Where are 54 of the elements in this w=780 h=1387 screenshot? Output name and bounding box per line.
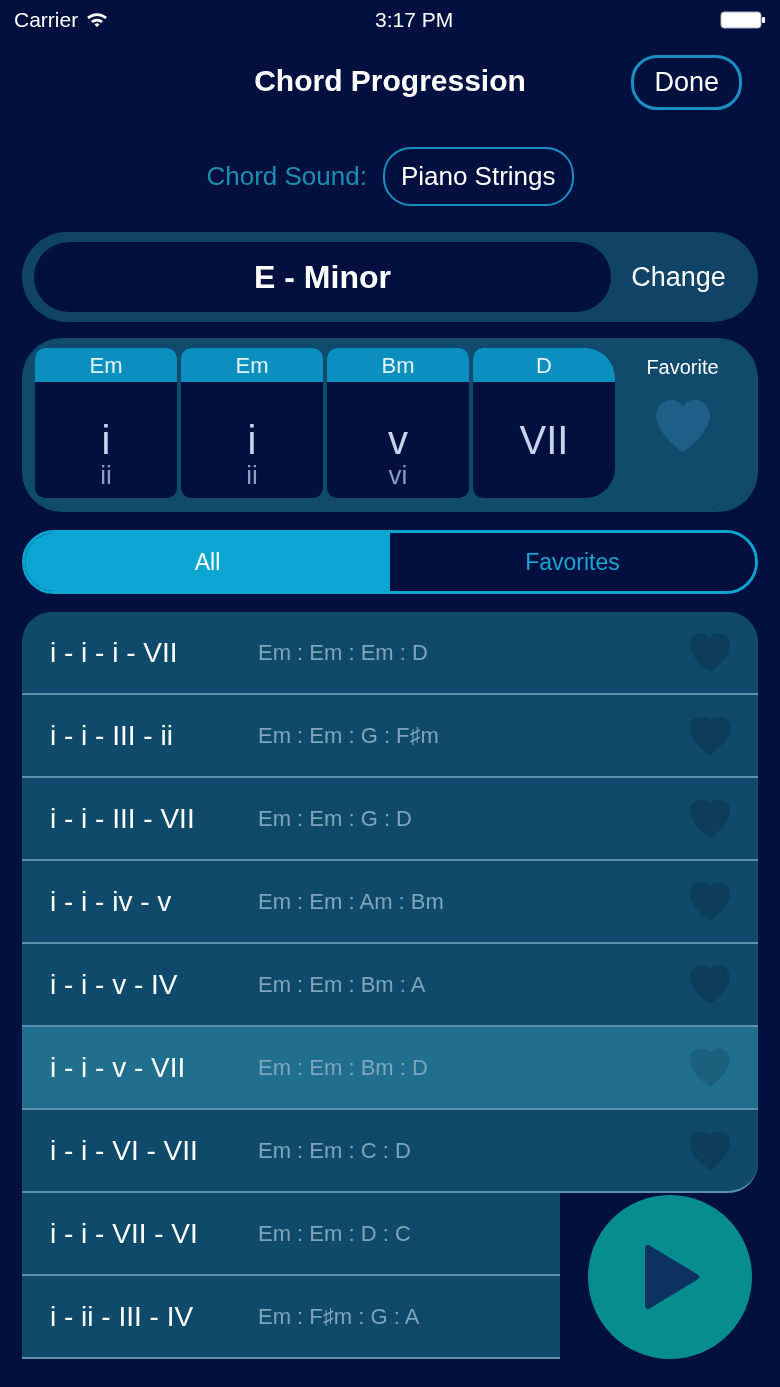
chord-wheel[interactable]: Em i ii bbox=[35, 348, 177, 498]
chord-name: Bm bbox=[327, 348, 469, 382]
roman-numerals: i - i - VII - VI bbox=[50, 1216, 199, 1251]
chord-names: Em : Em : Am : Bm bbox=[258, 888, 445, 916]
wifi-icon bbox=[86, 12, 109, 28]
chord-names: Em : F♯m : G : A bbox=[258, 1303, 421, 1331]
progression-row[interactable]: i - i - v - IV Em : Em : Bm : A bbox=[22, 944, 758, 1027]
numeral-current: VII bbox=[519, 420, 569, 460]
done-button[interactable]: Done bbox=[631, 55, 742, 110]
chord-names: Em : Em : G : F♯m bbox=[258, 722, 440, 750]
numeral-option: vi bbox=[388, 461, 408, 490]
roman-numerals: i - ii - III - IV bbox=[50, 1299, 195, 1334]
chord-names: Em : Em : Bm : A bbox=[258, 971, 427, 999]
roman-numerals: i - i - III - ii bbox=[50, 718, 174, 753]
progression-row[interactable]: i - i - III - VII Em : Em : G : D bbox=[22, 778, 758, 861]
key-name: E - Minor bbox=[34, 242, 611, 312]
numeral-option: ii bbox=[246, 461, 258, 490]
chord-name: Em bbox=[181, 348, 323, 382]
carrier-name: Carrier bbox=[14, 7, 79, 34]
roman-numerals: i - i - v - VII bbox=[50, 1050, 187, 1085]
battery-icon bbox=[720, 10, 766, 30]
roman-numerals: i - i - v - IV bbox=[50, 967, 179, 1002]
sound-selector[interactable]: Piano Strings bbox=[382, 146, 574, 206]
chord-name: D bbox=[473, 348, 615, 382]
roman-numerals: i - i - i - VII bbox=[50, 635, 179, 670]
chord-wheel[interactable]: D VII bbox=[473, 348, 615, 498]
numeral-current: v bbox=[388, 420, 408, 460]
chord-names: Em : Em : G : D bbox=[258, 805, 413, 833]
chord-names: Em : Em : D : C bbox=[258, 1220, 412, 1248]
progression-row[interactable]: i - i - v - VII Em : Em : Bm : D bbox=[22, 1027, 758, 1110]
numeral-current: i bbox=[101, 420, 111, 460]
screen-title: Chord Progression bbox=[254, 62, 526, 99]
numeral-current: i bbox=[247, 420, 257, 460]
progression-row[interactable]: i - ii - III - IV Em : F♯m : G : A bbox=[22, 1276, 560, 1359]
roman-numerals: i - i - III - VII bbox=[50, 801, 196, 836]
change-button[interactable]: Change bbox=[611, 255, 746, 299]
progression-row[interactable]: i - i - VII - VI Em : Em : D : C bbox=[22, 1193, 560, 1276]
progression-row[interactable]: i - i - III - ii Em : Em : G : F♯m bbox=[22, 695, 758, 778]
progression-row[interactable]: i - i - iv - v Em : Em : Am : Bm bbox=[22, 861, 758, 944]
favorite-label: Favorite bbox=[646, 355, 719, 380]
chord-name: Em bbox=[35, 348, 177, 382]
chord-names: Em : Em : Bm : D bbox=[258, 1054, 429, 1082]
numeral-option: ii bbox=[100, 461, 112, 490]
roman-numerals: i - i - iv - v bbox=[50, 884, 173, 919]
chord-wheel[interactable]: Em i ii bbox=[181, 348, 323, 498]
chord-sound-label: Chord Sound: bbox=[206, 159, 367, 193]
progression-row[interactable]: i - i - VI - VII Em : Em : C : D bbox=[22, 1110, 758, 1193]
status-time: 3:17 PM bbox=[374, 7, 454, 34]
roman-numerals: i - i - VI - VII bbox=[50, 1133, 199, 1168]
chord-names: Em : Em : Em : D bbox=[258, 639, 429, 667]
chord-names: Em : Em : C : D bbox=[258, 1137, 412, 1165]
heart-icon[interactable] bbox=[655, 398, 710, 454]
chord-wheel[interactable]: Bm v vi bbox=[327, 348, 469, 498]
progression-row[interactable]: i - i - i - VII Em : Em : Em : D bbox=[22, 612, 758, 695]
